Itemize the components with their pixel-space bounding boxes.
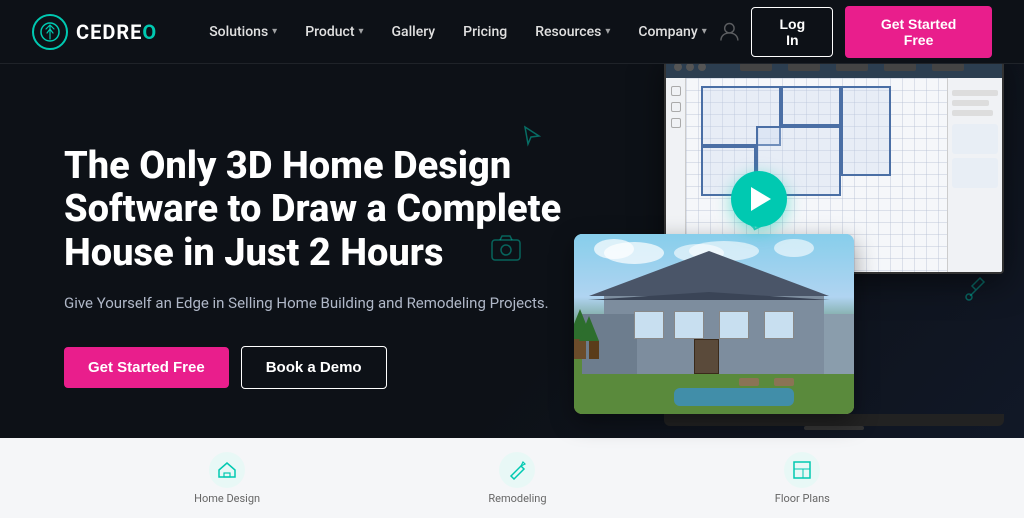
strip-item-2: Remodeling	[488, 452, 546, 505]
navigation: CEDREO Solutions ▾ Product ▾ Gallery Pri…	[0, 0, 1024, 64]
nav-item-product[interactable]: Product ▾	[293, 16, 375, 48]
nav-actions: Log In Get Started Free	[719, 6, 992, 58]
nav-cta-button[interactable]: Get Started Free	[845, 6, 992, 58]
brand-name: CEDREO	[76, 20, 157, 44]
strip-item-3: Floor Plans	[775, 452, 830, 505]
play-button[interactable]	[731, 171, 787, 227]
hero-cta-button[interactable]: Get Started Free	[64, 347, 229, 388]
hero-title: The Only 3D Home Design Software to Draw…	[64, 145, 584, 276]
nav-item-company[interactable]: Company ▾	[626, 16, 718, 48]
floorplans-icon	[784, 452, 820, 488]
strip-label-1: Home Design	[194, 492, 260, 505]
chevron-down-icon: ▾	[358, 26, 363, 37]
remodeling-icon	[499, 452, 535, 488]
home-design-icon	[209, 452, 245, 488]
hero-subtitle: Give Yourself an Edge in Selling Home Bu…	[64, 292, 584, 315]
hero-content: The Only 3D Home Design Software to Draw…	[64, 145, 584, 390]
hero-visuals	[574, 54, 1004, 414]
chevron-down-icon: ▾	[272, 26, 277, 37]
hero-buttons: Get Started Free Book a Demo	[64, 346, 584, 389]
strip-item-1: Home Design	[194, 452, 260, 505]
chevron-down-icon: ▾	[605, 26, 610, 37]
hero-section: The Only 3D Home Design Software to Draw…	[0, 64, 1024, 438]
play-icon	[751, 187, 771, 211]
bottom-strip: Home Design Remodeling Floor Plans	[0, 438, 1024, 518]
house-image	[574, 234, 854, 414]
nav-item-solutions[interactable]: Solutions ▾	[197, 16, 289, 48]
strip-label-3: Floor Plans	[775, 492, 830, 505]
nav-links: Solutions ▾ Product ▾ Gallery Pricing Re…	[197, 16, 719, 48]
user-icon	[719, 21, 740, 43]
nav-item-gallery[interactable]: Gallery	[380, 16, 448, 48]
login-button[interactable]: Log In	[751, 7, 833, 57]
hero-demo-button[interactable]: Book a Demo	[241, 346, 387, 389]
nav-item-resources[interactable]: Resources ▾	[523, 16, 622, 48]
strip-label-2: Remodeling	[488, 492, 546, 505]
nav-item-pricing[interactable]: Pricing	[451, 16, 519, 48]
chevron-down-icon: ▾	[702, 26, 707, 37]
logo[interactable]: CEDREO	[32, 14, 157, 50]
logo-icon	[32, 14, 68, 50]
